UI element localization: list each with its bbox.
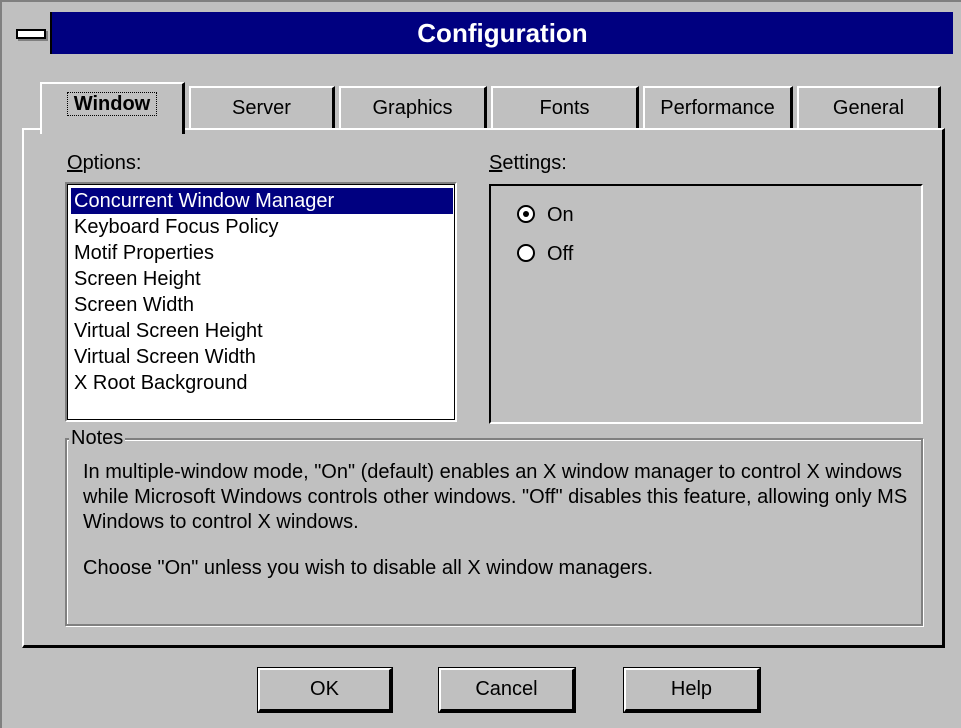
tab-server-label: Server [232,97,291,119]
tab-graphics-label: Graphics [372,97,453,119]
title-bar[interactable]: Configuration [8,12,953,54]
settings-label: Settings: [489,152,567,175]
radio-on-circle[interactable] [517,205,535,223]
options-label-text: ptions: [82,152,142,174]
list-item-virtual-screen-width[interactable]: Virtual Screen Width [71,344,453,370]
tab-fonts[interactable]: Fonts [491,86,639,131]
list-item-screen-width[interactable]: Screen Width [71,292,453,318]
list-item-x-root-background[interactable]: X Root Background [71,370,453,396]
list-item-concurrent-window-manager[interactable]: Concurrent Window Manager [71,188,453,214]
radio-off-label[interactable]: Off [547,241,573,267]
tab-general-label: General [832,97,905,119]
settings-label-text: ettings: [502,152,567,174]
tab-server[interactable]: Server [189,86,335,131]
options-label-mnemonic: O [67,152,83,174]
list-item-screen-height[interactable]: Screen Height [71,266,453,292]
system-menu-icon [16,29,46,39]
tab-window[interactable]: Window [40,82,185,134]
radio-on-label[interactable]: On [547,202,574,228]
list-item-motif-properties[interactable]: Motif Properties [71,240,453,266]
radio-off-circle[interactable] [517,244,535,262]
tab-performance-label: Performance [660,97,775,119]
window-title: Configuration [417,18,588,48]
radio-selected-dot [523,211,529,217]
cancel-button[interactable]: Cancel [438,667,576,713]
system-menu-button[interactable] [8,12,52,54]
list-item-virtual-screen-height[interactable]: Virtual Screen Height [71,318,453,344]
notes-groupbox: In multiple-window mode, "On" (default) … [65,438,923,626]
tab-graphics[interactable]: Graphics [339,86,487,131]
configuration-dialog: Configuration Window Server Graphics Fon… [0,0,961,728]
help-button[interactable]: Help [623,667,761,713]
list-item-keyboard-focus-policy[interactable]: Keyboard Focus Policy [71,214,453,240]
tab-general[interactable]: General [797,86,941,131]
tab-fonts-label: Fonts [539,97,590,119]
notes-paragraph: Choose "On" unless you wish to disable a… [83,557,654,579]
notes-paragraph: In multiple-window mode, "On" (default) … [83,461,908,533]
ok-button[interactable]: OK [257,667,393,713]
options-listbox[interactable]: Concurrent Window Manager Keyboard Focus… [65,182,457,422]
tab-window-label: Window [66,92,158,116]
options-label: Options: [67,152,142,175]
notes-legend: Notes [69,427,126,450]
notes-text: In multiple-window mode, "On" (default) … [83,460,913,602]
settings-label-mnemonic: S [489,152,503,174]
tab-performance[interactable]: Performance [643,86,793,131]
settings-group: On Off [489,184,923,424]
